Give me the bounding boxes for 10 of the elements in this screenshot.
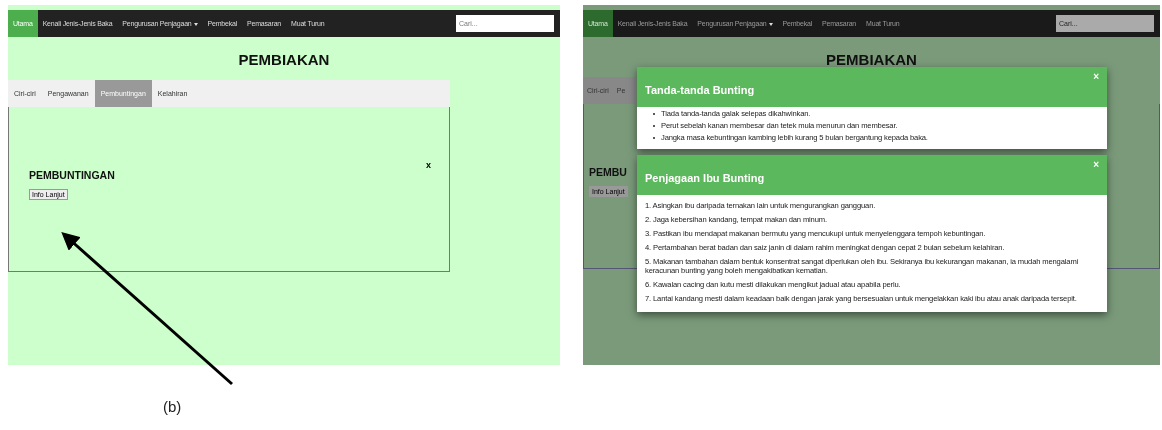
panel-heading: PEMBUNTINGAN [29,169,115,181]
figure-caption: (b) [163,398,182,415]
page-title: PEMBIAKAN [238,50,330,70]
page-title: PEMBIAKAN [826,50,917,65]
close-button[interactable]: x [426,160,431,170]
modal-title: Penjagaan Ibu Bunting [645,171,765,184]
panel-heading: PEMBU [589,166,627,178]
modal-title: Tanda-tanda Bunting [645,83,755,96]
caret-icon [768,22,773,26]
caret-icon [193,22,198,26]
